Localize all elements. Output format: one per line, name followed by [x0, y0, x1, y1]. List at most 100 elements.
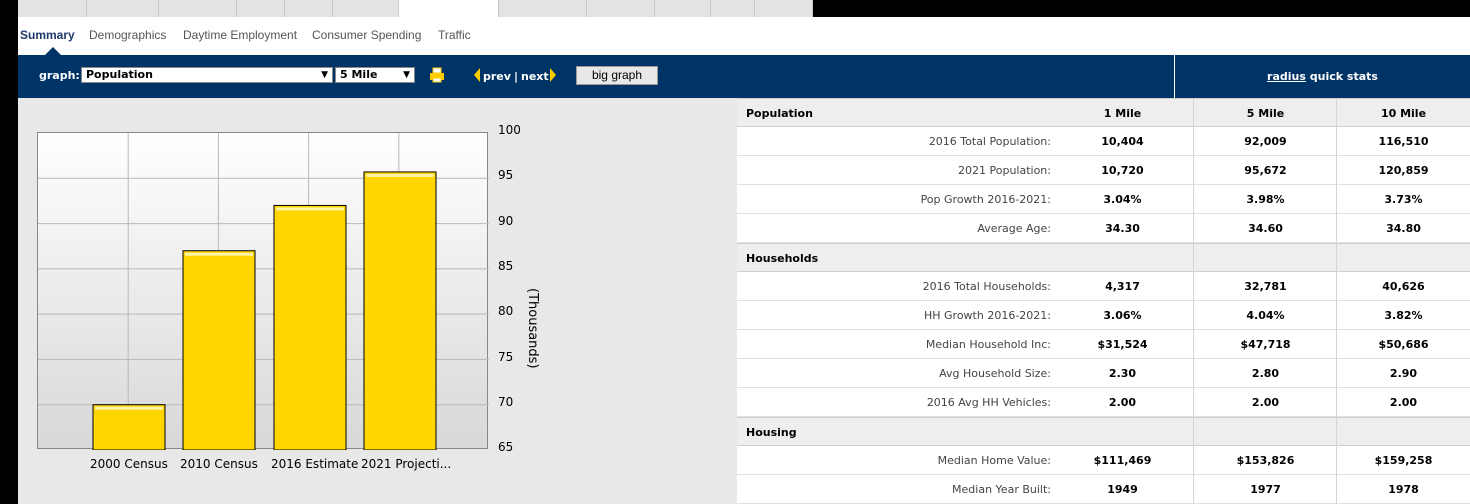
page-frame: Summary Demographics Daytime Employment … [18, 0, 1470, 504]
x-tick-label: 2010 Census [180, 457, 258, 471]
next-link[interactable]: next [521, 70, 549, 83]
row-value: 34.80 [1386, 222, 1421, 235]
row-value: 40,626 [1382, 280, 1425, 293]
top-tab[interactable] [285, 0, 333, 17]
radius-link[interactable]: radius [1267, 70, 1306, 83]
row-value: 10,720 [1101, 164, 1144, 177]
graph-label: graph: [39, 69, 80, 82]
y-tick-label: 85 [498, 258, 514, 273]
table-row: HH Growth 2016-2021: 3.06% 4.04% 3.82% [737, 301, 1470, 330]
bar [273, 204, 347, 450]
row-value: 1977 [1250, 483, 1281, 496]
table-row: Pop Growth 2016-2021: 3.04% 3.98% 3.73% [737, 185, 1470, 214]
row-value: 1978 [1388, 483, 1419, 496]
row-value: 2.00 [1251, 396, 1280, 409]
tab-daytime-employment[interactable]: Daytime Employment [183, 28, 297, 42]
row-label: Pop Growth 2016-2021: [920, 193, 1051, 206]
top-tab[interactable] [18, 0, 87, 17]
section-title: Population [746, 107, 813, 120]
row-value: $50,686 [1378, 338, 1429, 351]
top-tab[interactable] [499, 0, 587, 17]
big-graph-button[interactable]: big graph [576, 66, 658, 85]
y-tick-label: 95 [498, 168, 514, 183]
row-value: 10,404 [1101, 135, 1144, 148]
section-title: Housing [746, 426, 797, 439]
row-value: $111,469 [1093, 454, 1152, 467]
table-row: Avg Household Size: 2.30 2.80 2.90 [737, 359, 1470, 388]
column-header: 5 Mile [1246, 107, 1285, 120]
column-divider [1336, 98, 1337, 504]
top-tab[interactable] [655, 0, 711, 17]
row-value: 3.82% [1384, 309, 1423, 322]
row-value: 3.98% [1246, 193, 1285, 206]
table-row: 2016 Avg HH Vehicles: 2.00 2.00 2.00 [737, 388, 1470, 417]
graph-select[interactable]: Population ▼ [81, 67, 333, 83]
top-tab[interactable] [237, 0, 285, 17]
row-label: HH Growth 2016-2021: [923, 309, 1051, 322]
quick-stats-label: quick stats [1309, 70, 1378, 83]
y-tick-label: 100 [498, 123, 521, 137]
y-tick-label: 65 [498, 440, 514, 455]
table-row: 2016 Total Population: 10,404 92,009 116,51… [737, 127, 1470, 156]
chart-plot-area [37, 132, 489, 450]
section-header-row: Housing [737, 417, 1470, 446]
bar-highlight [276, 207, 344, 211]
top-tab[interactable] [755, 0, 813, 17]
tab-demographics[interactable]: Demographics [89, 28, 166, 42]
y-tick-label: 70 [498, 394, 514, 409]
y-tick-label: 75 [498, 349, 514, 364]
prev-link[interactable]: prev [483, 70, 511, 83]
row-label: Avg Household Size: [939, 367, 1051, 380]
top-tab[interactable] [333, 0, 399, 17]
row-value: 2.80 [1251, 367, 1280, 380]
row-value: 4,317 [1105, 280, 1140, 293]
row-value: $159,258 [1374, 454, 1433, 467]
row-value: 3.06% [1103, 309, 1142, 322]
row-value: $47,718 [1240, 338, 1291, 351]
row-value: 1949 [1107, 483, 1138, 496]
print-icon[interactable] [429, 67, 445, 83]
next-arrow-icon[interactable] [550, 68, 556, 82]
tab-consumer-spending[interactable]: Consumer Spending [312, 28, 421, 42]
section-title: Households [746, 252, 819, 265]
top-tab[interactable] [587, 0, 655, 17]
table-row: Average Age: 34.30 34.60 34.80 [737, 214, 1470, 243]
row-label: 2021 Population: [958, 164, 1051, 177]
graph-toolbar: graph: Population ▼ 5 Mile ▼ prev | next… [18, 55, 1470, 98]
table-row: Median Household Inc: $31,524 $47,718 $50,6… [737, 330, 1470, 359]
row-label: 2016 Total Households: [922, 280, 1051, 293]
top-tab-strip [18, 0, 1470, 17]
section-header-row: Households [737, 243, 1470, 272]
radius-select[interactable]: 5 Mile ▼ [335, 67, 415, 83]
top-tab[interactable] [711, 0, 755, 17]
row-value: 92,009 [1244, 135, 1287, 148]
column-header: 10 Mile [1380, 107, 1427, 120]
section-header-row: Population 1 Mile 5 Mile 10 Mile [737, 98, 1470, 127]
row-value: 95,672 [1244, 164, 1287, 177]
tab-traffic[interactable]: Traffic [438, 28, 471, 42]
row-value: 32,781 [1244, 280, 1287, 293]
table-row: Median Year Built: 1949 1977 1978 [737, 475, 1470, 504]
row-value: 2.90 [1389, 367, 1418, 380]
top-tab[interactable] [87, 0, 159, 17]
x-tick-label: 2021 Projecti... [361, 457, 452, 471]
top-tab[interactable] [159, 0, 237, 17]
row-label: Median Home Value: [937, 454, 1051, 467]
table-row: 2021 Population: 10,720 95,672 120,859 [737, 156, 1470, 185]
y-tick-label: 80 [498, 304, 514, 319]
x-tick-label: 2016 Estimate [271, 457, 359, 471]
tab-summary[interactable]: Summary [20, 28, 75, 42]
top-tab-active[interactable] [399, 0, 499, 17]
row-value: 3.73% [1384, 193, 1423, 206]
row-value: $31,524 [1097, 338, 1148, 351]
row-label: Median Household Inc: [925, 338, 1051, 351]
row-value: 34.60 [1248, 222, 1283, 235]
row-value: 116,510 [1378, 135, 1429, 148]
row-value: 3.04% [1103, 193, 1142, 206]
bar-highlight [366, 173, 434, 177]
row-value: 2.00 [1108, 396, 1137, 409]
prev-arrow-icon[interactable] [474, 68, 480, 82]
radius-select-value: 5 Mile [340, 68, 378, 81]
bar-highlight [95, 406, 163, 410]
nav-divider: | [514, 70, 519, 83]
